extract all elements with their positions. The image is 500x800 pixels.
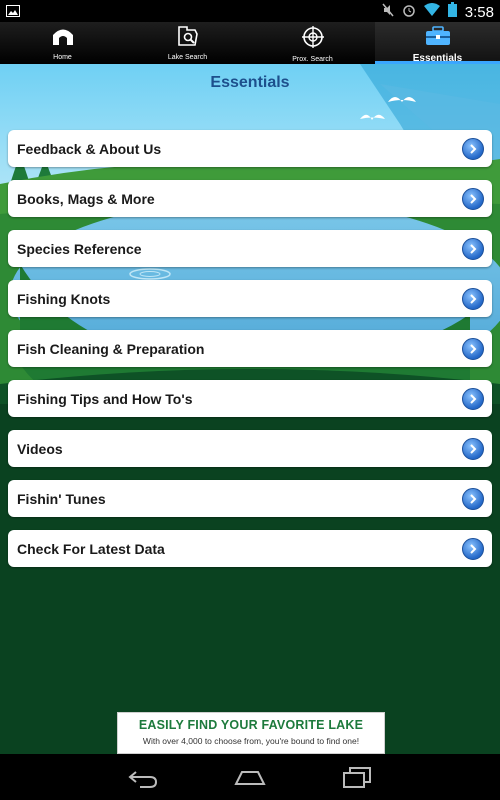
tab-prox-search[interactable]: Prox. Search (250, 22, 375, 64)
menu-item-tips[interactable]: Fishing Tips and How To's (8, 380, 492, 417)
crosshair-icon (301, 26, 325, 53)
ad-title: EASILY FIND YOUR FAVORITE LAKE (138, 718, 364, 732)
status-time: 3:58 (464, 3, 494, 21)
tab-label: Prox. Search (292, 56, 333, 63)
chevron-right-icon (462, 437, 484, 460)
chevron-right-icon (462, 287, 484, 310)
menu-item-latest-data[interactable]: Check For Latest Data (8, 530, 492, 567)
menu-item-label: Fishing Knots (17, 290, 111, 307)
tab-label: Essentials (412, 53, 463, 64)
page-title: Essentials (210, 74, 290, 91)
menu-item-videos[interactable]: Videos (8, 430, 492, 467)
alarm-icon (402, 3, 416, 22)
menu-item-species[interactable]: Species Reference (8, 230, 492, 267)
ad-subtitle: With over 4,000 to choose from, you're b… (142, 736, 360, 746)
menu-item-feedback[interactable]: Feedback & About Us (8, 130, 492, 167)
menu-item-label: Fishing Tips and How To's (17, 390, 193, 407)
chevron-right-icon (462, 387, 484, 410)
menu-item-label: Check For Latest Data (17, 540, 165, 557)
home-icon (51, 26, 75, 51)
mute-icon (382, 3, 394, 22)
chevron-right-icon (462, 237, 484, 260)
menu-item-label: Videos (17, 440, 63, 457)
tab-lake-search[interactable]: Lake Search (125, 22, 250, 64)
menu-item-knots[interactable]: Fishing Knots (8, 280, 492, 317)
system-nav-bar (0, 754, 500, 800)
toolbox-icon (425, 26, 451, 51)
lake-search-icon (176, 26, 200, 51)
chevron-right-icon (462, 537, 484, 560)
tab-label: Home (53, 54, 72, 61)
menu-item-label: Species Reference (17, 240, 142, 257)
gallery-icon (6, 4, 20, 22)
home-icon[interactable] (234, 766, 266, 793)
menu-item-label: Fish Cleaning & Preparation (17, 340, 205, 357)
chevron-right-icon (462, 337, 484, 360)
menu-item-tunes[interactable]: Fishin' Tunes (8, 480, 492, 517)
back-icon[interactable] (128, 766, 158, 793)
tab-home[interactable]: Home (0, 22, 125, 64)
chevron-right-icon (462, 137, 484, 160)
menu-item-cleaning[interactable]: Fish Cleaning & Preparation (8, 330, 492, 367)
tab-bar: Home Lake Search Prox. Search Essentials (0, 22, 500, 64)
tab-essentials[interactable]: Essentials (375, 22, 500, 64)
battery-icon (447, 2, 457, 22)
menu-item-label: Feedback & About Us (17, 140, 162, 157)
wifi-icon (423, 3, 440, 21)
menu-item-label: Books, Mags & More (17, 190, 155, 207)
status-bar: 3:58 (0, 0, 500, 22)
menu-item-label: Fishin' Tunes (17, 490, 106, 507)
chevron-right-icon (462, 187, 484, 210)
ad-banner[interactable]: EASILY FIND YOUR FAVORITE LAKE With over… (117, 712, 385, 754)
chevron-right-icon (462, 487, 484, 510)
recent-apps-icon[interactable] (342, 766, 372, 793)
tab-label: Lake Search (167, 54, 208, 61)
menu-item-books[interactable]: Books, Mags & More (8, 180, 492, 217)
